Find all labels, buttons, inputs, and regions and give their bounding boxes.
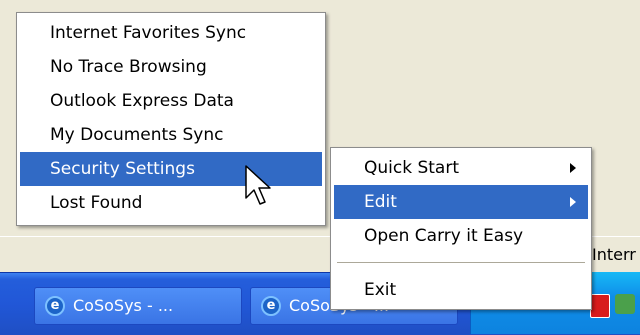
menu-item-edit[interactable]: Edit (334, 185, 588, 219)
menu-item-quick-start[interactable]: Quick Start (334, 151, 588, 185)
menu-item-outlook-express-data[interactable]: Outlook Express Data (20, 84, 322, 118)
status-bar-zone-text: Interr (592, 245, 636, 264)
menu-item-no-trace-browsing[interactable]: No Trace Browsing (20, 50, 322, 84)
menu-item-label: No Trace Browsing (50, 57, 207, 77)
menu-item-label: Open Carry it Easy (364, 226, 524, 246)
menu-item-label: Lost Found (50, 193, 143, 213)
submenu-arrow-icon (570, 197, 576, 207)
mouse-pointer-icon (245, 165, 271, 205)
submenu-arrow-icon (570, 163, 576, 173)
tray-app-icon[interactable] (590, 294, 610, 318)
menu-item-label: My Documents Sync (50, 125, 224, 145)
ie-icon: e (45, 296, 65, 316)
menu-item-label: Exit (364, 280, 397, 300)
menu-item-my-documents-sync[interactable]: My Documents Sync (20, 118, 322, 152)
menu-item-lost-found[interactable]: Lost Found (20, 186, 322, 220)
taskbar-button-cososys-1[interactable]: e CoSoSys - ... (34, 287, 242, 325)
ie-icon: e (261, 296, 281, 316)
menu-item-exit[interactable]: Exit (334, 273, 588, 307)
tray-network-icon[interactable] (615, 294, 635, 314)
menu-item-label: Internet Favorites Sync (50, 23, 247, 43)
menu-item-label: Outlook Express Data (50, 91, 234, 111)
menu-item-label: Security Settings (50, 159, 195, 179)
menu-item-open-carry-it-easy[interactable]: Open Carry it Easy (334, 219, 588, 253)
edit-submenu: Internet Favorites Sync No Trace Browsin… (16, 12, 326, 226)
menu-item-label: Edit (364, 192, 397, 212)
menu-separator (337, 262, 585, 264)
taskbar-button-label: CoSoSys - ... (73, 296, 174, 315)
menu-item-internet-favorites-sync[interactable]: Internet Favorites Sync (20, 16, 322, 50)
menu-item-label: Quick Start (364, 158, 460, 178)
menu-item-security-settings[interactable]: Security Settings (20, 152, 322, 186)
tray-context-menu: Quick Start Edit Open Carry it Easy Exit (330, 147, 592, 310)
